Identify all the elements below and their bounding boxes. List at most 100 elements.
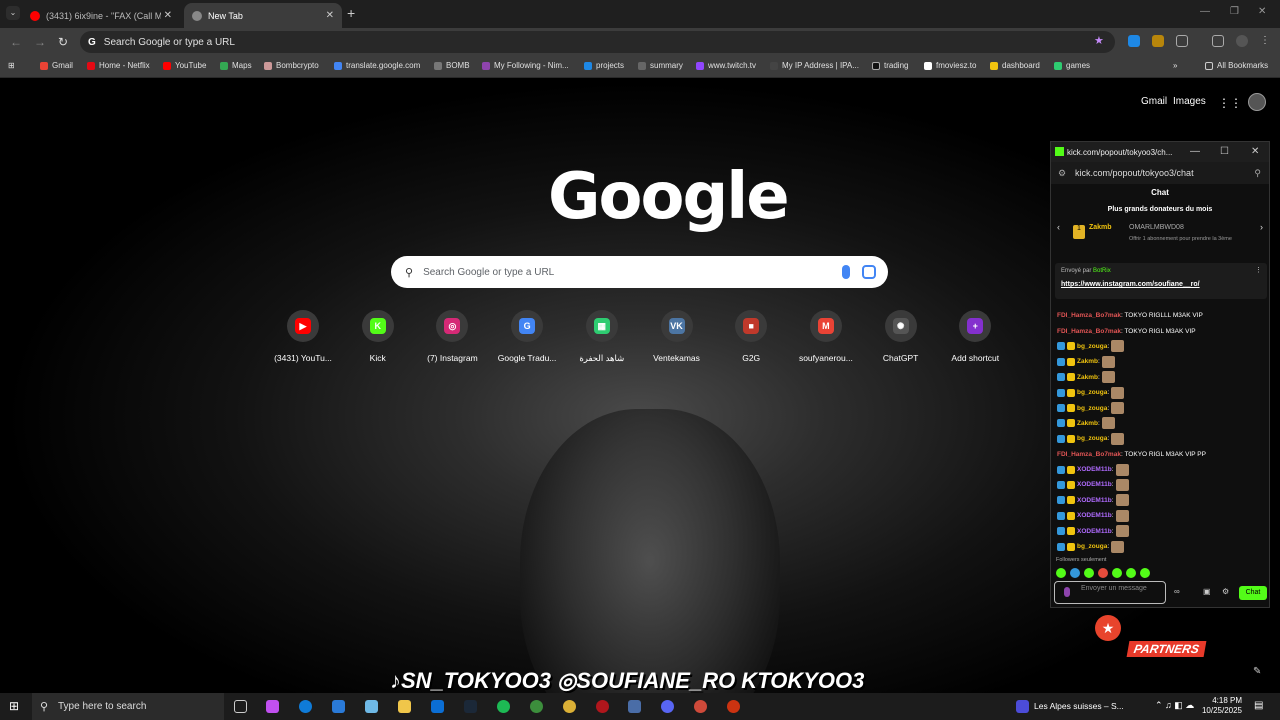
shortcut-tile[interactable]: + Add shortcut: [930, 310, 1020, 363]
minimize-icon[interactable]: —: [1200, 6, 1210, 17]
extension-icon[interactable]: [1128, 35, 1140, 47]
emote[interactable]: [1084, 568, 1094, 578]
tray-icons[interactable]: ⌃ ♫ ◧ ☁: [1155, 700, 1194, 711]
puzzle-icon[interactable]: [1176, 35, 1188, 47]
bookmark-bombcrypto[interactable]: Bombcrypto: [264, 61, 319, 70]
back-icon[interactable]: ←: [10, 35, 22, 49]
tab-new-tab[interactable]: New Tab ✕: [184, 3, 342, 28]
more-bookmarks-icon[interactable]: »: [1173, 61, 1177, 70]
forward-icon[interactable]: →: [34, 35, 46, 49]
close-tab-icon[interactable]: ✕: [326, 10, 334, 21]
menu-icon[interactable]: ⋮: [1260, 35, 1272, 47]
bookmark-netflix[interactable]: Home - Netflix: [87, 61, 150, 70]
microphone-icon[interactable]: [842, 265, 850, 279]
bookmark-summary[interactable]: summary: [638, 61, 683, 70]
extension-icon[interactable]: [1152, 35, 1164, 47]
tab-youtube[interactable]: (3431) 6ix9ine - "FAX (Call Me W ✕: [22, 3, 180, 28]
taskbar-search[interactable]: ⚲ Type here to search: [32, 693, 224, 720]
restore-icon[interactable]: ❐: [1230, 6, 1239, 17]
chat-username[interactable]: XODEM11b: [1077, 497, 1112, 504]
maximize-icon[interactable]: ☐: [1220, 146, 1229, 157]
profile-icon[interactable]: [1236, 35, 1248, 47]
calculator-icon[interactable]: [628, 700, 641, 713]
bookmark-maps[interactable]: Maps: [220, 61, 252, 70]
chat-url-bar[interactable]: ⚙ kick.com/popout/tokyoo3/chat ⚲: [1051, 162, 1269, 184]
task-view-icon[interactable]: [234, 700, 247, 713]
chrome-icon[interactable]: [563, 700, 576, 713]
app-icon[interactable]: [727, 700, 740, 713]
google-lens-icon[interactable]: [862, 265, 876, 279]
bookmark-youtube[interactable]: YouTube: [163, 61, 206, 70]
chat-message-input[interactable]: Envoyer un message: [1054, 581, 1166, 604]
google-apps-icon[interactable]: ⋮⋮: [1218, 96, 1242, 110]
bookmark-gmail[interactable]: Gmail: [40, 61, 73, 70]
outlook-icon[interactable]: [431, 700, 444, 713]
images-link[interactable]: Images: [1173, 96, 1206, 107]
bookmark-translate[interactable]: translate.google.com: [334, 61, 420, 70]
chat-username[interactable]: Zakmb: [1077, 374, 1098, 381]
omnibox[interactable]: G Search Google or type a URL: [80, 31, 1115, 53]
app-icon[interactable]: [365, 700, 378, 713]
close-icon[interactable]: ✕: [1251, 146, 1259, 157]
site-info-icon[interactable]: ⚙: [1058, 168, 1066, 179]
app-icon[interactable]: [530, 700, 543, 713]
search-box[interactable]: ⚲ Search Google or type a URL: [391, 256, 888, 288]
gift-icon[interactable]: ▣: [1203, 587, 1211, 596]
spotify-icon[interactable]: [497, 700, 510, 713]
link-icon[interactable]: ∞: [1174, 587, 1180, 596]
all-bookmarks[interactable]: All Bookmarks: [1205, 61, 1268, 70]
steam-icon[interactable]: [464, 700, 477, 713]
bookmark-games[interactable]: games: [1054, 61, 1090, 70]
emote[interactable]: [1112, 568, 1122, 578]
discord-icon[interactable]: [661, 700, 674, 713]
apps-icon[interactable]: ⊞: [8, 61, 15, 70]
pinned-link[interactable]: https://www.instagram.com/soufiane__ro/: [1061, 281, 1200, 288]
next-arrow-icon[interactable]: ›: [1260, 222, 1263, 232]
chat-username[interactable]: bg_zouga: [1077, 435, 1107, 442]
copilot-icon[interactable]: [266, 700, 279, 713]
reload-icon[interactable]: ↻: [58, 35, 68, 49]
bookmark-twitch[interactable]: www.twitch.tv: [696, 61, 756, 70]
bookmark-dashboard[interactable]: dashboard: [990, 61, 1040, 70]
emote[interactable]: [1126, 568, 1136, 578]
chat-username[interactable]: FDI_Hamza_Bo7mak: [1057, 312, 1121, 319]
bookmark-star-icon[interactable]: ★: [1094, 34, 1104, 47]
edge-icon[interactable]: [299, 700, 312, 713]
new-tab-button[interactable]: +: [347, 5, 355, 21]
emote[interactable]: [1056, 568, 1066, 578]
bookmark-fmovies[interactable]: fmoviesz.to: [924, 61, 976, 70]
bookmark-bomb[interactable]: BOMB: [434, 61, 470, 70]
chat-username[interactable]: XODEM11b: [1077, 512, 1112, 519]
bookmark-ip[interactable]: My IP Address | IPA...: [770, 61, 859, 70]
prev-arrow-icon[interactable]: ‹: [1057, 222, 1060, 232]
chat-username[interactable]: FDI_Hamza_Bo7mak: [1057, 328, 1121, 335]
media-title[interactable]: Les Alpes suisses – S...: [1034, 701, 1124, 711]
bookmark-trading[interactable]: trading: [872, 61, 908, 70]
bookmark-nimo[interactable]: My Following - Nim...: [482, 61, 569, 70]
emote[interactable]: [1098, 568, 1108, 578]
chat-username[interactable]: bg_zouga: [1077, 405, 1107, 412]
reading-list-icon[interactable]: [1212, 35, 1224, 47]
notification-icon[interactable]: ▤: [1254, 700, 1263, 711]
send-chat-button[interactable]: Chat: [1239, 586, 1267, 600]
emote[interactable]: [1070, 568, 1080, 578]
minimize-icon[interactable]: —: [1190, 146, 1200, 157]
chat-username[interactable]: FDI_Hamza_Bo7mak: [1057, 451, 1121, 458]
chat-username[interactable]: bg_zouga: [1077, 343, 1107, 350]
close-window-icon[interactable]: ✕: [1258, 6, 1266, 17]
media-icon[interactable]: [1016, 700, 1029, 713]
search-icon[interactable]: ⚲: [1254, 168, 1261, 179]
chat-username[interactable]: bg_zouga: [1077, 389, 1107, 396]
app-icon[interactable]: [596, 700, 609, 713]
store-icon[interactable]: [332, 700, 345, 713]
windows-start-icon[interactable]: ⊞: [9, 699, 19, 713]
settings-icon[interactable]: ⚙: [1222, 587, 1229, 596]
chat-username[interactable]: XODEM11b: [1077, 466, 1112, 473]
avatar[interactable]: [1248, 93, 1266, 111]
chat-username[interactable]: bg_zouga: [1077, 543, 1107, 550]
emote[interactable]: [1140, 568, 1150, 578]
clock[interactable]: 4:18 PM 10/25/2025: [1196, 696, 1242, 716]
more-icon[interactable]: ⋮: [1255, 266, 1262, 274]
close-tab-icon[interactable]: ✕: [164, 10, 172, 21]
bookmark-projects[interactable]: projects: [584, 61, 624, 70]
